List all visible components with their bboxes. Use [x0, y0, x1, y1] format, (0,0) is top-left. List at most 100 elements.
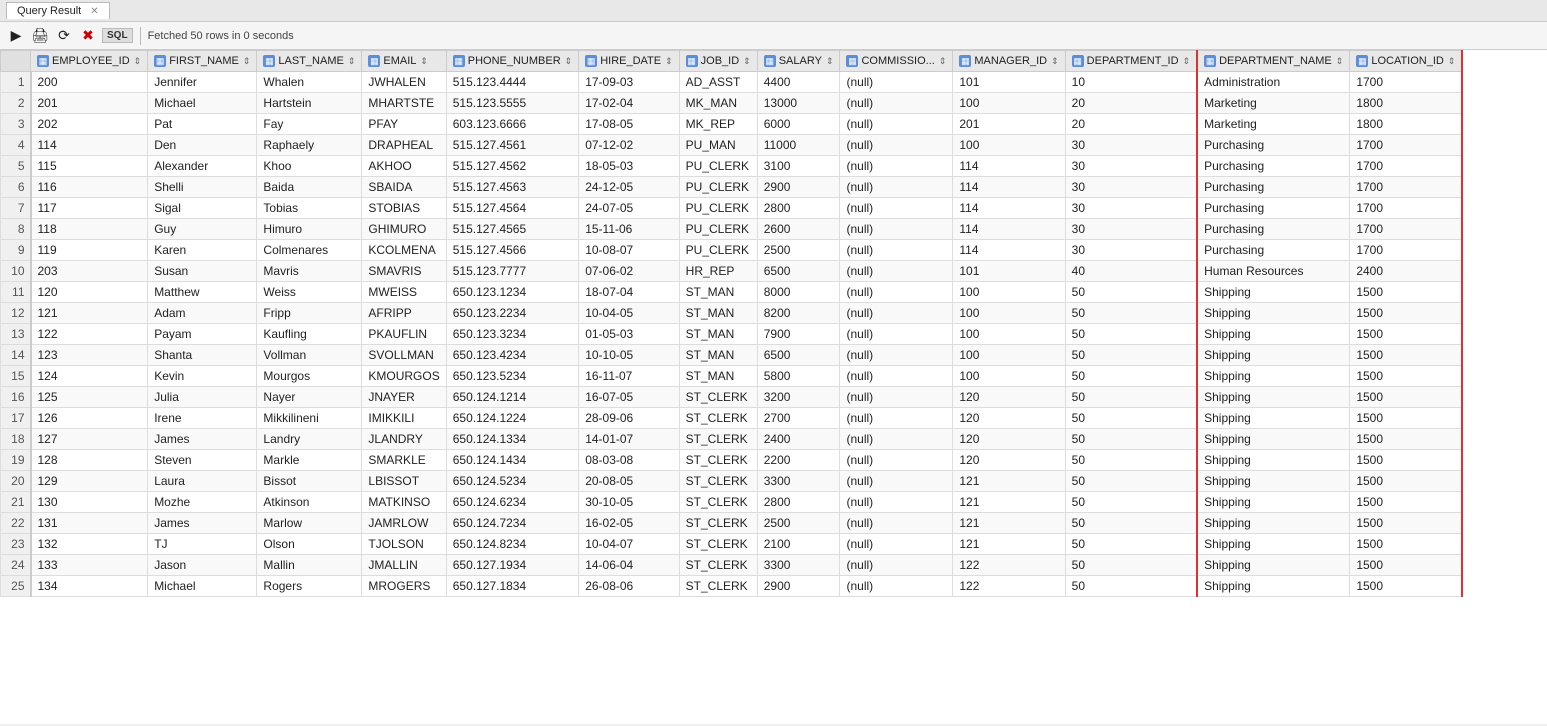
run-icon[interactable]: ▶ — [6, 26, 26, 46]
employee-id-cell: 200 — [31, 72, 148, 93]
hire-date-cell: 24-12-05 — [579, 177, 679, 198]
phone-cell: 650.123.5234 — [446, 366, 578, 387]
location-id-cell: 1500 — [1350, 555, 1463, 576]
col-header-job-id[interactable]: ▦JOB_ID⇕ — [679, 51, 757, 72]
hire-date-cell: 10-04-07 — [579, 534, 679, 555]
table-row: 6116ShelliBaidaSBAIDA515.127.456324-12-0… — [1, 177, 1463, 198]
phone-cell: 650.124.1334 — [446, 429, 578, 450]
department-id-cell: 50 — [1065, 387, 1197, 408]
row-num-cell: 9 — [1, 240, 31, 261]
first-name-cell: Julia — [148, 387, 257, 408]
hire-date-cell: 16-07-05 — [579, 387, 679, 408]
dept-name-cell: Shipping — [1197, 366, 1350, 387]
first-name-cell: Adam — [148, 303, 257, 324]
employee-id-cell: 126 — [31, 408, 148, 429]
col-header-first-name[interactable]: ▦FIRST_NAME⇕ — [148, 51, 257, 72]
department-id-cell: 50 — [1065, 303, 1197, 324]
fetch-status: Fetched 50 rows in 0 seconds — [148, 30, 294, 42]
manager-id-cell: 100 — [953, 282, 1065, 303]
hire-date-cell: 24-07-05 — [579, 198, 679, 219]
query-result-tab[interactable]: Query Result ✕ — [6, 2, 110, 19]
phone-cell: 650.124.6234 — [446, 492, 578, 513]
col-icon-last-name: ▦ — [263, 55, 275, 67]
salary-cell: 2800 — [757, 198, 840, 219]
last-name-cell: Hartstein — [257, 93, 362, 114]
sort-icon-commission: ⇕ — [939, 56, 947, 67]
manager-id-cell: 121 — [953, 513, 1065, 534]
last-name-cell: Whalen — [257, 72, 362, 93]
hire-date-cell: 01-05-03 — [579, 324, 679, 345]
commission-cell: (null) — [840, 282, 953, 303]
employee-id-cell: 123 — [31, 345, 148, 366]
hire-date-cell: 30-10-05 — [579, 492, 679, 513]
row-num-cell: 13 — [1, 324, 31, 345]
row-num-cell: 3 — [1, 114, 31, 135]
col-header-commission[interactable]: ▦COMMISSIO...⇕ — [840, 51, 953, 72]
commission-cell: (null) — [840, 366, 953, 387]
department-id-cell: 30 — [1065, 177, 1197, 198]
commission-cell: (null) — [840, 72, 953, 93]
row-num-cell: 20 — [1, 471, 31, 492]
location-id-cell: 1700 — [1350, 72, 1463, 93]
location-id-cell: 1700 — [1350, 156, 1463, 177]
employee-id-cell: 118 — [31, 219, 148, 240]
commission-cell: (null) — [840, 198, 953, 219]
last-name-cell: Bissot — [257, 471, 362, 492]
col-icon-location-id: ▦ — [1356, 55, 1368, 67]
sort-icon-job-id: ⇕ — [743, 56, 751, 67]
commission-cell: (null) — [840, 177, 953, 198]
col-header-last-name[interactable]: ▦LAST_NAME⇕ — [257, 51, 362, 72]
table-row: 3202PatFayPFAY603.123.666617-08-05MK_REP… — [1, 114, 1463, 135]
col-icon-first-name: ▦ — [154, 55, 166, 67]
email-cell: PFAY — [362, 114, 446, 135]
job-id-cell: PU_MAN — [679, 135, 757, 156]
commission-cell: (null) — [840, 261, 953, 282]
dept-name-cell: Shipping — [1197, 408, 1350, 429]
department-id-cell: 30 — [1065, 135, 1197, 156]
job-id-cell: ST_CLERK — [679, 387, 757, 408]
col-header-email[interactable]: ▦EMAIL⇕ — [362, 51, 446, 72]
last-name-cell: Mourgos — [257, 366, 362, 387]
first-name-cell: Steven — [148, 450, 257, 471]
row-num-cell: 10 — [1, 261, 31, 282]
table-row: 20129LauraBissotLBISSOT650.124.523420-08… — [1, 471, 1463, 492]
col-header-salary[interactable]: ▦SALARY⇕ — [757, 51, 840, 72]
table-row: 19128StevenMarkleSMARKLE650.124.143408-0… — [1, 450, 1463, 471]
manager-id-cell: 114 — [953, 198, 1065, 219]
department-id-cell: 40 — [1065, 261, 1197, 282]
col-header-manager-id[interactable]: ▦MANAGER_ID⇕ — [953, 51, 1065, 72]
job-id-cell: ST_CLERK — [679, 429, 757, 450]
dept-name-cell: Shipping — [1197, 492, 1350, 513]
employee-id-cell: 119 — [31, 240, 148, 261]
employee-id-cell: 201 — [31, 93, 148, 114]
salary-cell: 8000 — [757, 282, 840, 303]
col-header-row-num[interactable] — [1, 51, 31, 72]
refresh-icon[interactable]: ⟳ — [54, 26, 74, 46]
location-id-cell: 1500 — [1350, 366, 1463, 387]
job-id-cell: ST_CLERK — [679, 471, 757, 492]
col-header-department-name[interactable]: ▦DEPARTMENT_NAME⇕ — [1197, 51, 1350, 72]
table-container[interactable]: ▦EMPLOYEE_ID⇕ ▦FIRST_NAME⇕ ▦LAST_NAME⇕ ▦… — [0, 50, 1547, 724]
phone-cell: 650.123.2234 — [446, 303, 578, 324]
col-header-location-id[interactable]: ▦LOCATION_ID⇕ — [1350, 51, 1463, 72]
col-header-hire-date[interactable]: ▦HIRE_DATE⇕ — [579, 51, 679, 72]
manager-id-cell: 114 — [953, 156, 1065, 177]
phone-cell: 650.127.1834 — [446, 576, 578, 597]
print-icon[interactable]: 🖨 — [30, 26, 50, 46]
manager-id-cell: 114 — [953, 177, 1065, 198]
table-row: 12121AdamFrippAFRIPP650.123.223410-04-05… — [1, 303, 1463, 324]
email-cell: JLANDRY — [362, 429, 446, 450]
table-row: 2201MichaelHartsteinMHARTSTE515.123.5555… — [1, 93, 1463, 114]
hire-date-cell: 10-08-07 — [579, 240, 679, 261]
first-name-cell: Pat — [148, 114, 257, 135]
employee-id-cell: 134 — [31, 576, 148, 597]
col-header-employee-id[interactable]: ▦EMPLOYEE_ID⇕ — [31, 51, 148, 72]
col-header-department-id[interactable]: ▦DEPARTMENT_ID⇕ — [1065, 51, 1197, 72]
col-icon-department-id: ▦ — [1072, 55, 1084, 67]
stop-icon[interactable]: ✖ — [78, 26, 98, 46]
col-header-phone[interactable]: ▦PHONE_NUMBER⇕ — [446, 51, 578, 72]
department-id-cell: 20 — [1065, 93, 1197, 114]
commission-cell: (null) — [840, 513, 953, 534]
department-id-cell: 50 — [1065, 450, 1197, 471]
tab-close-icon[interactable]: ✕ — [90, 6, 98, 17]
